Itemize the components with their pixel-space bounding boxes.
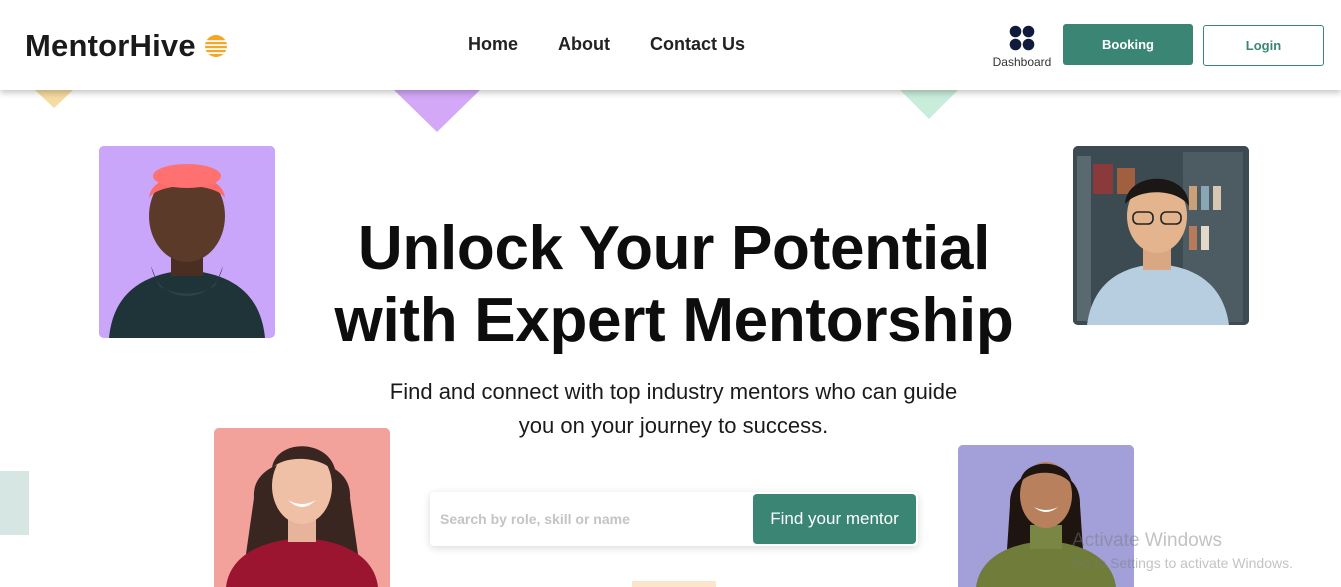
decorative-block-teal	[0, 471, 29, 535]
hero-title-line-2: with Expert Mentorship	[334, 286, 1014, 355]
decorative-block-peach	[632, 581, 716, 587]
brand-logo[interactable]: MentorHive	[25, 28, 228, 64]
mentor-search-bar: Find your mentor	[430, 492, 918, 546]
hero-subtitle: Find and connect with top industry mento…	[340, 375, 1007, 443]
find-mentor-button[interactable]: Find your mentor	[753, 494, 916, 544]
decorative-triangle-green	[900, 90, 958, 119]
login-button[interactable]: Login	[1203, 25, 1324, 66]
hero-subtitle-line-2: you on your journey to success.	[518, 413, 829, 438]
brand-name: MentorHive	[25, 28, 196, 63]
site-header: MentorHive Home About Contact Us Dashboa…	[0, 0, 1341, 90]
dashboard-link[interactable]: Dashboard	[990, 25, 1054, 69]
four-dots-grid-icon	[1009, 25, 1035, 51]
decorative-triangle-purple	[394, 90, 480, 132]
dashboard-label: Dashboard	[992, 55, 1052, 69]
main-nav: Home About Contact Us	[468, 34, 745, 55]
stacked-lines-logo-icon	[204, 35, 227, 57]
watermark-subtitle: Go to Settings to activate Windows.	[1072, 555, 1293, 571]
hero-title-line-1: Unlock Your Potential	[357, 214, 991, 283]
nav-about-link[interactable]: About	[558, 34, 610, 55]
mentor-photo-2	[1073, 146, 1249, 325]
windows-activation-watermark: Activate Windows Go to Settings to activ…	[1072, 530, 1293, 571]
decorative-triangle-yellow	[35, 90, 73, 108]
booking-button[interactable]: Booking	[1063, 24, 1193, 65]
mentor-photo-3	[214, 428, 390, 587]
nav-home-link[interactable]: Home	[468, 34, 518, 55]
hero-subtitle-line-1: Find and connect with top industry mento…	[389, 379, 958, 404]
watermark-title: Activate Windows	[1072, 530, 1222, 551]
search-input[interactable]	[440, 502, 740, 536]
mentor-photo-1	[99, 146, 275, 338]
hero-title: Unlock Your Potential with Expert Mentor…	[300, 213, 1048, 357]
nav-contact-link[interactable]: Contact Us	[650, 34, 745, 55]
